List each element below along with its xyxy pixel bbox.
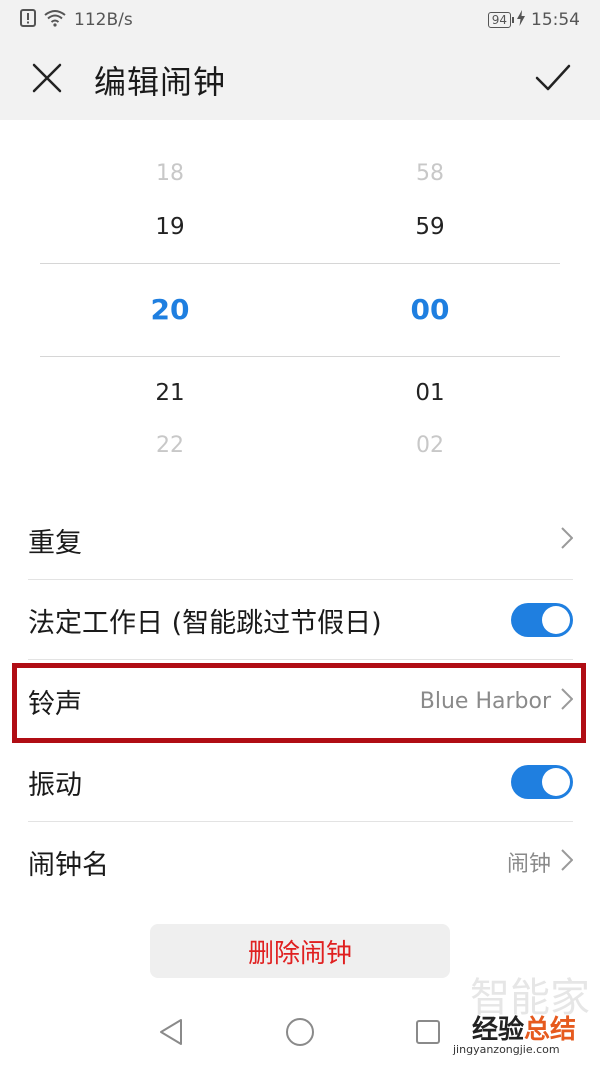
watermark: 智能家 经验总结 jingyanzongjie.com — [420, 965, 600, 1066]
check-icon — [535, 64, 571, 96]
back-icon — [158, 1018, 184, 1050]
status-time: 15:54 — [531, 10, 580, 30]
workday-toggle[interactable] — [511, 603, 573, 637]
status-left: 112B/s — [20, 8, 133, 32]
toggle-knob — [542, 606, 570, 634]
alarm-name-right: 闹钟 — [506, 846, 574, 878]
repeat-row[interactable]: 重复 — [28, 500, 574, 580]
alarm-name-value: 闹钟 — [506, 852, 551, 877]
workday-right — [511, 603, 573, 637]
minute-wheel[interactable]: 58 59 00 01 02 — [330, 120, 530, 480]
alarm-name-label: 闹钟名 — [28, 849, 109, 881]
minute-option[interactable]: 58 — [330, 161, 530, 186]
minute-option[interactable]: 02 — [330, 433, 530, 458]
watermark-part2: 总结 — [524, 1015, 577, 1045]
minute-selected[interactable]: 00 — [330, 293, 530, 326]
wifi-icon — [44, 9, 66, 32]
hour-option[interactable]: 21 — [70, 380, 270, 406]
workday-label: 法定工作日 (智能跳过节假日) — [28, 607, 382, 639]
hour-option[interactable]: 22 — [70, 433, 270, 458]
vibrate-row[interactable]: 振动 — [28, 742, 573, 822]
page-title: 编辑闹钟 — [94, 63, 227, 101]
status-bar: 112B/s 94 15:54 — [0, 0, 600, 40]
minute-option[interactable]: 59 — [330, 214, 530, 240]
vibrate-right — [511, 765, 573, 799]
ringtone-highlight-box — [12, 663, 586, 743]
workday-row[interactable]: 法定工作日 (智能跳过节假日) — [28, 580, 573, 660]
vibrate-label: 振动 — [28, 769, 82, 801]
status-right: 94 15:54 — [487, 9, 580, 31]
charging-icon — [517, 9, 525, 31]
minute-option[interactable]: 01 — [330, 380, 530, 406]
alert-icon — [20, 8, 36, 32]
confirm-button[interactable] — [523, 50, 583, 110]
watermark-part1: 经验 — [472, 1015, 525, 1045]
net-speed: 112B/s — [74, 10, 133, 30]
vibrate-toggle[interactable] — [511, 765, 573, 799]
home-icon — [285, 1017, 315, 1051]
watermark-logo: 经验总结 — [472, 1009, 576, 1046]
battery-icon: 94 — [487, 12, 515, 28]
repeat-label: 重复 — [28, 527, 82, 559]
chevron-right-icon — [561, 849, 574, 875]
hour-wheel[interactable]: 18 19 20 21 22 — [70, 120, 270, 480]
watermark-url: jingyanzongjie.com — [453, 1043, 560, 1056]
back-button[interactable] — [153, 1016, 189, 1052]
home-button[interactable] — [282, 1016, 318, 1052]
hour-option[interactable]: 18 — [70, 161, 270, 186]
delete-alarm-button[interactable]: 删除闹钟 — [150, 924, 450, 978]
alarm-name-row[interactable]: 闹钟名 闹钟 — [28, 822, 574, 902]
repeat-right — [561, 527, 574, 553]
time-picker: 18 19 20 21 22 58 59 00 01 02 — [0, 120, 600, 480]
close-icon — [32, 63, 62, 97]
close-button[interactable] — [17, 50, 77, 110]
divider — [28, 659, 573, 660]
hour-selected[interactable]: 20 — [70, 293, 270, 326]
chevron-right-icon — [561, 527, 574, 553]
toggle-knob — [542, 768, 570, 796]
hour-option[interactable]: 19 — [70, 214, 270, 240]
app-bar: 编辑闹钟 — [0, 40, 600, 120]
